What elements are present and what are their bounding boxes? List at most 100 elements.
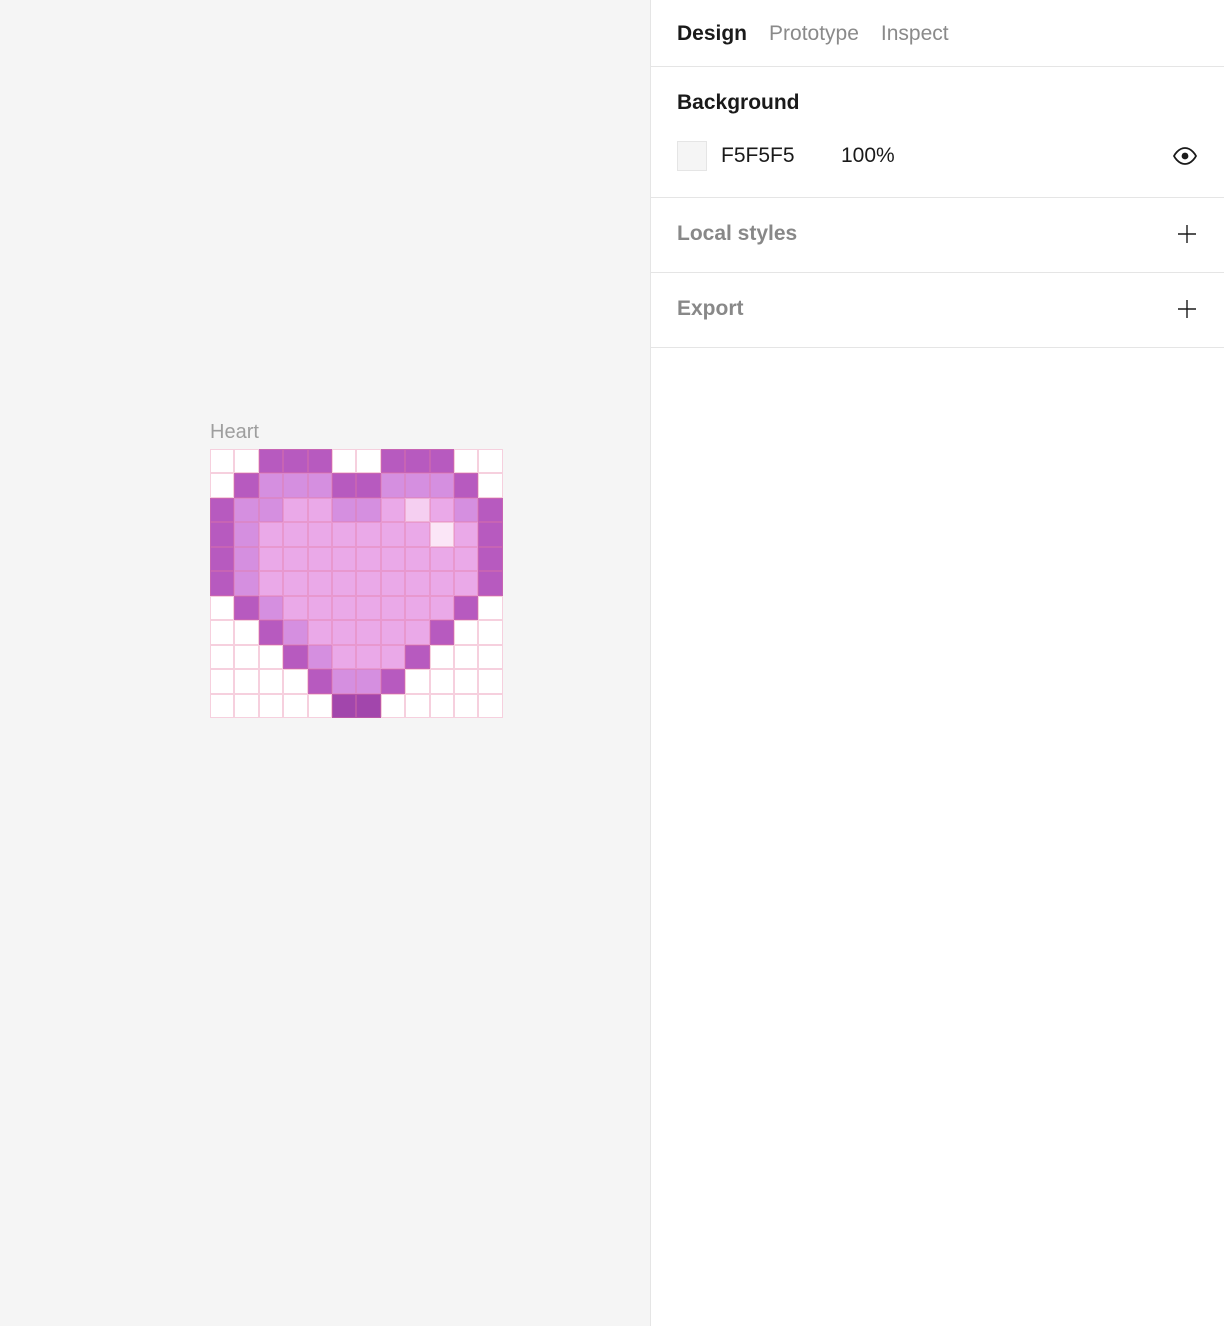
section-local-styles: Local styles — [651, 198, 1224, 273]
plus-icon[interactable] — [1176, 298, 1198, 320]
pixel-cell — [259, 571, 283, 595]
background-fill-row: F5F5F5 100% — [677, 141, 1198, 171]
background-hex-value[interactable]: F5F5F5 — [721, 144, 841, 168]
pixel-cell — [405, 473, 429, 497]
pixel-cell — [332, 669, 356, 693]
pixel-cell — [332, 596, 356, 620]
pixel-cell — [259, 547, 283, 571]
pixel-cell — [430, 571, 454, 595]
pixel-cell — [308, 449, 332, 473]
pixel-cell — [478, 449, 503, 473]
pixel-cell — [308, 645, 332, 669]
frame-heart[interactable] — [210, 449, 503, 718]
pixel-cell — [356, 522, 380, 546]
pixel-cell — [405, 645, 429, 669]
pixel-cell — [454, 645, 478, 669]
pixel-cell — [454, 498, 478, 522]
pixel-cell — [259, 669, 283, 693]
pixel-cell — [234, 645, 258, 669]
pixel-cell — [381, 620, 405, 644]
pixel-cell — [430, 669, 454, 693]
pixel-cell — [308, 547, 332, 571]
pixel-cell — [210, 596, 234, 620]
pixel-cell — [234, 522, 258, 546]
pixel-cell — [332, 449, 356, 473]
pixel-cell — [381, 669, 405, 693]
pixel-cell — [283, 473, 307, 497]
visibility-eye-icon[interactable] — [1172, 147, 1198, 165]
plus-icon[interactable] — [1176, 223, 1198, 245]
pixel-cell — [283, 694, 307, 718]
pixel-cell — [478, 669, 503, 693]
background-title: Background — [677, 91, 800, 115]
pixel-cell — [454, 620, 478, 644]
pixel-cell — [283, 620, 307, 644]
pixel-cell — [405, 449, 429, 473]
tab-design[interactable]: Design — [677, 22, 747, 46]
pixel-cell — [405, 498, 429, 522]
pixel-cell — [381, 449, 405, 473]
pixel-cell — [356, 449, 380, 473]
pixel-cell — [210, 620, 234, 644]
pixel-cell — [259, 522, 283, 546]
pixel-cell — [259, 473, 283, 497]
pixel-cell — [210, 473, 234, 497]
inspector-panel: Design Prototype Inspect Background F5F5… — [651, 0, 1224, 1326]
pixel-art-heart — [210, 449, 503, 718]
pixel-cell — [308, 620, 332, 644]
pixel-cell — [381, 522, 405, 546]
local-styles-title: Local styles — [677, 222, 797, 246]
pixel-cell — [430, 473, 454, 497]
pixel-cell — [308, 522, 332, 546]
pixel-cell — [430, 449, 454, 473]
pixel-cell — [381, 498, 405, 522]
pixel-cell — [259, 596, 283, 620]
pixel-cell — [430, 522, 454, 546]
pixel-cell — [259, 620, 283, 644]
frame-label[interactable]: Heart — [210, 421, 259, 444]
pixel-cell — [454, 669, 478, 693]
pixel-cell — [381, 596, 405, 620]
pixel-cell — [356, 645, 380, 669]
pixel-cell — [210, 694, 234, 718]
pixel-cell — [430, 596, 454, 620]
pixel-cell — [478, 498, 503, 522]
canvas[interactable]: Heart — [0, 0, 651, 1326]
pixel-cell — [308, 571, 332, 595]
pixel-cell — [283, 571, 307, 595]
pixel-cell — [308, 596, 332, 620]
pixel-cell — [332, 645, 356, 669]
pixel-cell — [454, 522, 478, 546]
pixel-cell — [332, 571, 356, 595]
pixel-cell — [356, 669, 380, 693]
pixel-cell — [234, 449, 258, 473]
pixel-cell — [430, 645, 454, 669]
tab-prototype[interactable]: Prototype — [769, 22, 859, 46]
pixel-cell — [234, 498, 258, 522]
pixel-cell — [234, 620, 258, 644]
pixel-cell — [381, 547, 405, 571]
pixel-cell — [454, 547, 478, 571]
pixel-cell — [405, 571, 429, 595]
pixel-cell — [381, 645, 405, 669]
pixel-cell — [356, 620, 380, 644]
pixel-cell — [234, 473, 258, 497]
pixel-cell — [478, 645, 503, 669]
pixel-cell — [356, 571, 380, 595]
pixel-cell — [332, 473, 356, 497]
pixel-cell — [308, 498, 332, 522]
pixel-cell — [430, 498, 454, 522]
pixel-cell — [332, 522, 356, 546]
pixel-cell — [210, 571, 234, 595]
pixel-cell — [234, 596, 258, 620]
pixel-cell — [283, 547, 307, 571]
pixel-cell — [478, 522, 503, 546]
background-color-swatch[interactable] — [677, 141, 707, 171]
pixel-cell — [210, 498, 234, 522]
pixel-cell — [283, 498, 307, 522]
pixel-cell — [308, 473, 332, 497]
pixel-cell — [332, 498, 356, 522]
background-opacity-value[interactable]: 100% — [841, 144, 931, 168]
tab-inspect[interactable]: Inspect — [881, 22, 949, 46]
pixel-cell — [478, 473, 503, 497]
